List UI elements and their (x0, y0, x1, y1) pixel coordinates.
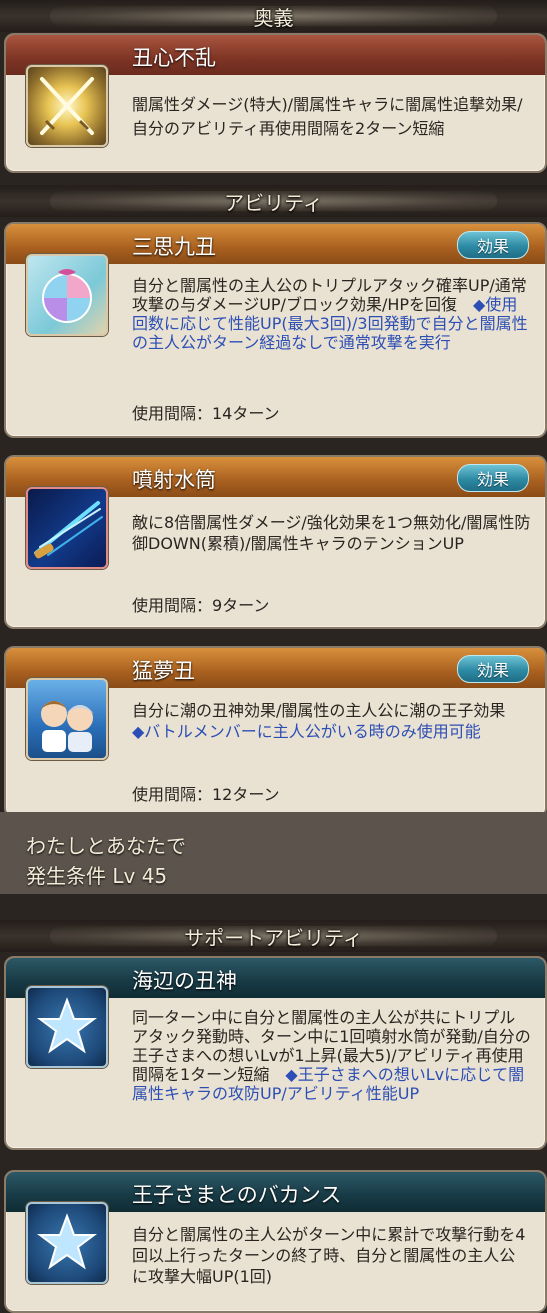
ougi-description: 闇属性ダメージ(特大)/闇属性キャラに闇属性追撃効果/自分のアビリティ再使用間隔… (132, 95, 523, 138)
ability-card-3[interactable]: 猛夢丑 効果 自分に潮の丑神効果/闇属性の主人公に潮の王子効果 ◆バトルメンバー… (4, 646, 547, 818)
ability-description: 敵に8倍闇属性ダメージ/強化効果を1つ無効化/闇属性防御DOWN(累積)/闇属性… (132, 512, 531, 554)
star-icon (26, 986, 108, 1068)
star-icon (26, 1202, 108, 1284)
desc-blue-text: ◆バトルメンバーに主人公がいる時のみ使用可能 (132, 722, 481, 741)
section-title: 奥義 (253, 5, 294, 30)
support-description: 同一ターン中に自分と闇属性の主人公が共にトリプルアタック発動時、ターン中に1回噴… (132, 1008, 531, 1103)
support-description: 自分と闇属性の主人公がターン中に累計で攻撃行動を4回以上行ったターンの終了時、自… (132, 1224, 531, 1287)
ability-name: 三思九丑 (132, 235, 216, 259)
crossed-swords-icon (26, 65, 108, 147)
desc-text: 自分と闇属性の主人公がターン中に累計で攻撃行動を4回以上行ったターンの終了時、自… (132, 1225, 526, 1286)
cooldown: 使用間隔：9ターン (132, 596, 270, 615)
section-title: サポートアビリティ (184, 925, 363, 950)
unlock-condition: わたしとあなたで 発生条件 Lv 45 (0, 812, 547, 894)
section-header-ougi: 奥義 (0, 0, 547, 32)
support-card-2[interactable]: 王子さまとのバカンス 自分と闇属性の主人公がターン中に累計で攻撃行動を4回以上行… (4, 1170, 547, 1313)
ability-name: 噴射水筒 (132, 468, 216, 492)
ability-description: 自分に潮の丑神効果/闇属性の主人公に潮の王子効果 ◆バトルメンバーに主人公がいる… (132, 700, 531, 742)
ability-name: 猛夢丑 (132, 659, 195, 683)
unlock-line-1: わたしとあなたで (26, 834, 186, 858)
cooldown: 使用間隔：12ターン (132, 785, 280, 804)
support-card-1[interactable]: 海辺の丑神 同一ターン中に自分と闇属性の主人公が共にトリプルアタック発動時、ター… (4, 956, 547, 1150)
ability-card-2[interactable]: 噴射水筒 効果 敵に8倍闇属性ダメージ/強化効果を1つ無効化/闇属性防御DOWN… (4, 455, 547, 629)
desc-text: 自分に潮の丑神効果/闇属性の主人公に潮の王子効果 (132, 701, 522, 720)
ability-description: 自分と闇属性の主人公のトリプルアタック確率UP/通常攻撃の与ダメージUP/ブロッ… (132, 276, 531, 352)
ougi-name: 丑心不乱 (132, 46, 216, 70)
section-header-ability: アビリティ (0, 185, 547, 217)
support-name: 王子さまとのバカンス (132, 1183, 342, 1207)
effect-button[interactable]: 効果 (457, 231, 529, 259)
beach-ball-icon (26, 254, 108, 336)
effect-button[interactable]: 効果 (457, 655, 529, 683)
ougi-card[interactable]: 丑心不乱 闇属性ダメージ(特大)/闇属性キャラに闇属性追撃効果/自分のアビリティ… (4, 33, 547, 173)
desc-text: 敵に8倍闇属性ダメージ/強化効果を1つ無効化/闇属性防御DOWN(累積)/闇属性… (132, 513, 531, 553)
desc-text: 自分と闇属性の主人公のトリプルアタック確率UP/通常攻撃の与ダメージUP/ブロッ… (132, 276, 527, 314)
ability-card-1[interactable]: 三思九丑 効果 自分と闇属性の主人公のトリプルアタック確率UP/通常攻撃の与ダメ… (4, 222, 547, 438)
cooldown: 使用間隔：14ターン (132, 404, 280, 423)
water-jet-icon (26, 487, 108, 569)
unlock-line-2: 発生条件 Lv 45 (26, 864, 168, 888)
section-header-support: サポートアビリティ (0, 920, 547, 952)
characters-portrait-icon (26, 678, 108, 760)
section-title: アビリティ (224, 190, 323, 215)
support-name: 海辺の丑神 (132, 969, 237, 993)
effect-button[interactable]: 効果 (457, 464, 529, 492)
